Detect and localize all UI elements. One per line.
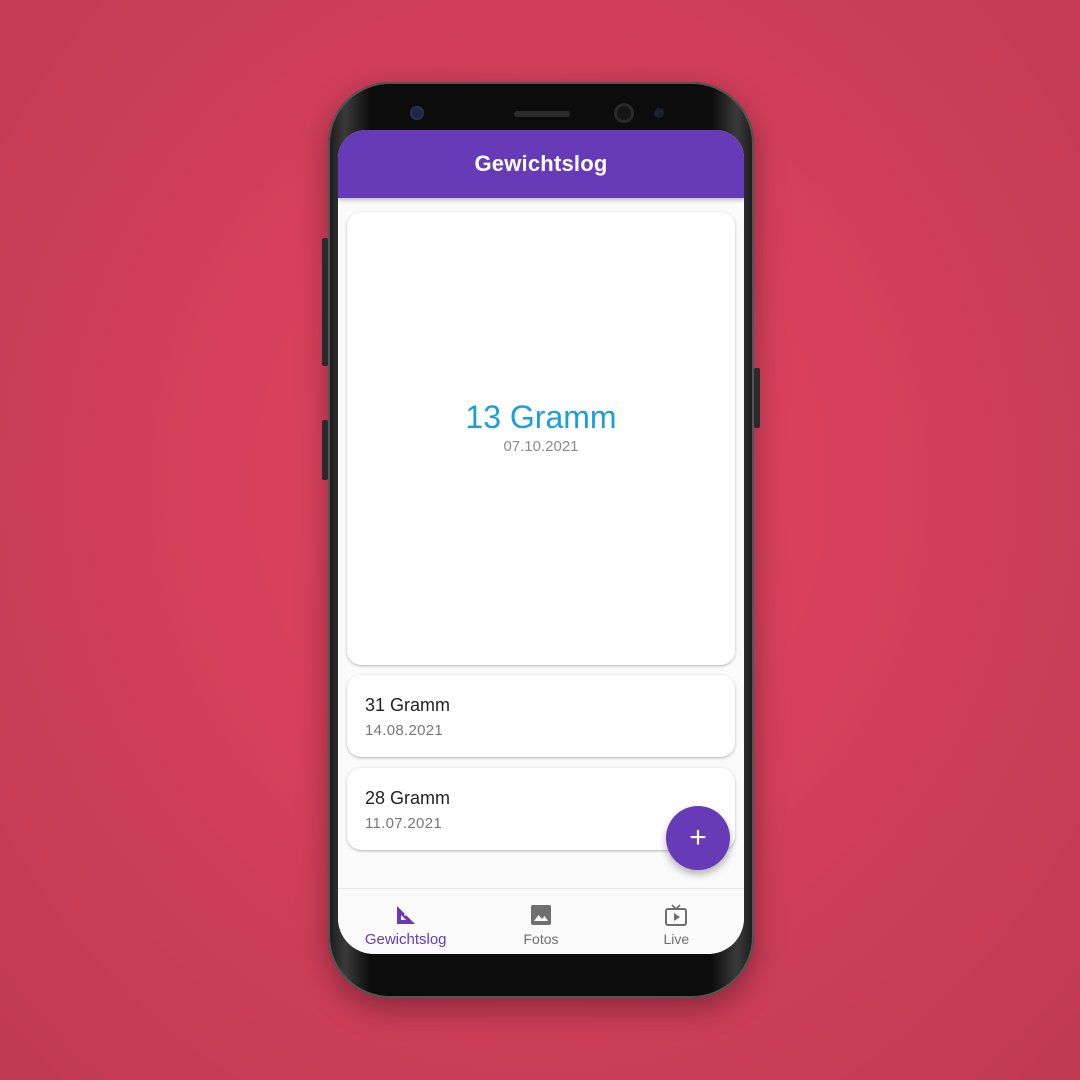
bottom-navigation: Gewichtslog Fotos Live — [338, 888, 744, 954]
entry-date: 11.07.2021 — [365, 815, 442, 832]
image-icon — [530, 905, 551, 925]
latest-date: 07.10.2021 — [503, 437, 579, 455]
entry-weight: 28 Gramm — [365, 788, 451, 808]
entry-weight: 31 Gramm — [365, 695, 451, 715]
plus-icon: + — [689, 821, 707, 854]
set-square-icon — [396, 906, 415, 924]
phone-side-button — [322, 238, 328, 366]
nav-label: Live — [663, 931, 690, 947]
page-title: Gewichtslog — [474, 151, 608, 176]
sensor-icon — [614, 103, 634, 123]
sensor-icon — [654, 108, 664, 118]
app-screen: Gewichtslog 13 Gramm 07.10.2021 31 Gramm… — [338, 130, 744, 954]
nav-item-fotos[interactable]: Fotos — [473, 889, 608, 954]
front-camera-icon — [410, 106, 424, 120]
phone-side-button — [322, 420, 328, 480]
nav-label: Gewichtslog — [364, 931, 447, 948]
nav-label: Fotos — [523, 931, 559, 947]
nav-item-live[interactable]: Live — [609, 889, 744, 954]
entry-date: 14.08.2021 — [365, 722, 444, 739]
latest-entry-card[interactable]: 13 Gramm 07.10.2021 — [347, 212, 735, 665]
app-bar: Gewichtslog — [338, 130, 744, 198]
latest-weight: 13 Gramm — [465, 398, 617, 435]
add-entry-button[interactable]: + — [666, 806, 730, 870]
list-item[interactable]: 31 Gramm 14.08.2021 — [347, 675, 735, 757]
live-tv-icon — [665, 904, 688, 926]
phone-side-button — [754, 368, 760, 428]
earpiece-speaker — [514, 111, 570, 117]
phone-frame: Gewichtslog 13 Gramm 07.10.2021 31 Gramm… — [322, 82, 760, 998]
nav-item-gewichtslog[interactable]: Gewichtslog — [338, 889, 473, 954]
